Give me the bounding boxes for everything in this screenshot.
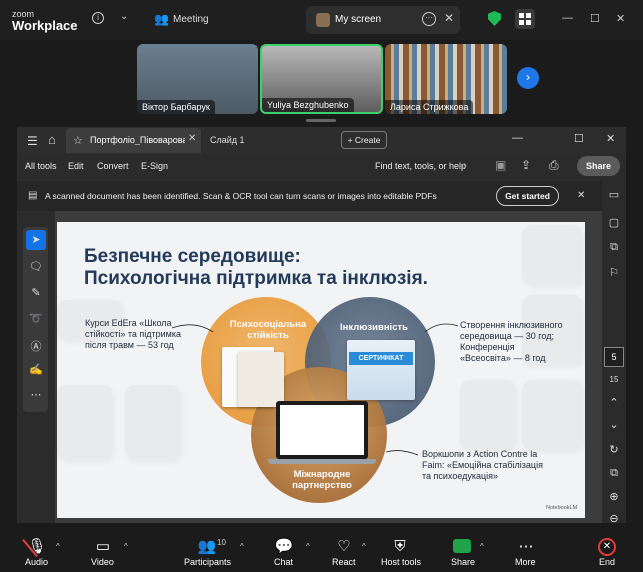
participants-icon[interactable]: 👥	[196, 538, 218, 556]
more-label[interactable]: More	[515, 557, 536, 567]
end-meeting-icon[interactable]: ✕	[598, 538, 616, 556]
audio-label[interactable]: Audio	[25, 557, 48, 567]
audio-caret-icon[interactable]: ^	[56, 542, 60, 551]
share-label[interactable]: Share	[451, 557, 475, 567]
notebooklm-watermark: NotebookLM	[546, 505, 578, 511]
react-label[interactable]: React	[332, 557, 356, 567]
arrow-left	[171, 324, 214, 333]
react-caret-icon[interactable]: ^	[362, 542, 366, 551]
video-label[interactable]: Video	[91, 557, 114, 567]
more-icon[interactable]: ⋯	[515, 538, 537, 556]
end-label[interactable]: End	[599, 557, 615, 567]
host-tools-shield-icon[interactable]: ⛨	[389, 538, 411, 556]
callout-arrows	[171, 323, 459, 456]
share-caret-icon[interactable]: ^	[480, 542, 484, 551]
share-screen-icon[interactable]	[453, 539, 471, 553]
participants-label[interactable]: Participants	[184, 557, 231, 567]
react-heart-icon[interactable]: ♡	[333, 538, 355, 556]
chat-icon[interactable]: 💬	[273, 538, 295, 556]
video-caret-icon[interactable]: ^	[124, 542, 128, 551]
chat-label[interactable]: Chat	[274, 557, 293, 567]
arrow-bottom	[385, 450, 419, 456]
arrow-right	[424, 323, 459, 333]
participant-count: 10	[217, 538, 226, 547]
participants-caret-icon[interactable]: ^	[240, 542, 244, 551]
chat-caret-icon[interactable]: ^	[306, 542, 310, 551]
host-tools-label[interactable]: Host tools	[381, 557, 421, 567]
video-camera-icon[interactable]: ▭	[92, 538, 114, 556]
